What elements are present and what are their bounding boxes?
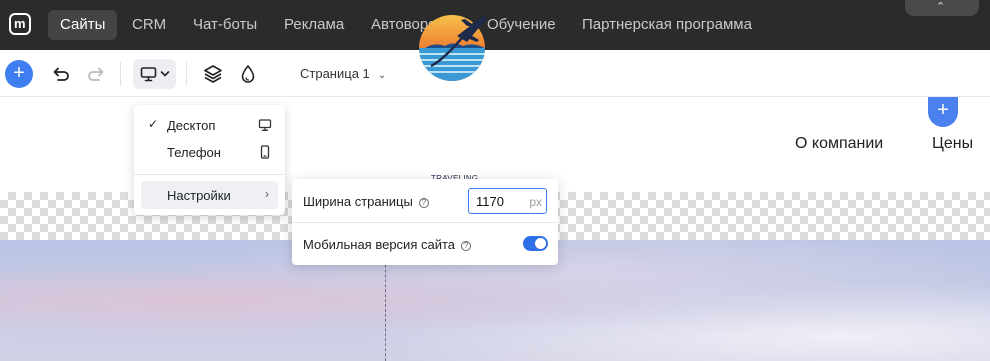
travel-logo-image (419, 15, 487, 81)
add-block-button[interactable]: + (5, 60, 33, 88)
monitor-icon (258, 119, 272, 131)
device-option-label: Десктоп (167, 118, 216, 133)
add-element-button[interactable]: + (928, 97, 958, 127)
nav-item-sites[interactable]: Сайты (48, 10, 118, 40)
help-icon[interactable]: ? (418, 198, 429, 208)
page-width-value: 1170 (476, 194, 504, 209)
help-icon[interactable]: ? (461, 241, 471, 251)
theme-drop-icon[interactable] (237, 63, 259, 85)
mobile-version-toggle[interactable] (523, 236, 548, 251)
mobile-version-label: Мобильная версия сайта (303, 237, 455, 252)
nav-item-ads[interactable]: Реклама (272, 10, 356, 40)
toolbar-divider (186, 62, 187, 86)
collapse-panel-button[interactable]: ⌃ (905, 0, 979, 16)
chevron-down-icon: ⌄ (377, 70, 387, 81)
nav-item-crm[interactable]: CRM (120, 10, 178, 40)
device-selector-button[interactable] (133, 59, 176, 89)
monitor-icon (140, 67, 157, 82)
page-width-unit: px (529, 195, 542, 209)
app-logo-letter: m (14, 16, 26, 31)
chevron-down-icon (160, 71, 170, 77)
menu-divider (134, 174, 285, 175)
page-width-row: Ширина страницы? (303, 194, 429, 209)
toolbar-divider (120, 62, 121, 86)
app-logo[interactable]: m (9, 13, 31, 35)
page-selector[interactable]: Страница 1 ⌄ (300, 66, 386, 81)
chevron-up-icon: ⌃ (936, 1, 946, 13)
device-option-phone[interactable]: Телефон (134, 139, 285, 165)
device-option-label: Телефон (167, 145, 221, 160)
nav-item-chatbots[interactable]: Чат-боты (181, 10, 269, 40)
layers-icon[interactable] (202, 63, 224, 85)
mobile-version-row: Мобильная версия сайта? (303, 237, 471, 252)
page-selector-label: Страница 1 (300, 66, 370, 81)
device-option-desktop[interactable]: ✓ Десктоп (134, 112, 285, 138)
top-navigation: m Сайты CRM Чат-боты Реклама Автоворонки… (0, 0, 990, 50)
nav-item-partner-program[interactable]: Партнерская программа (570, 10, 764, 40)
page-width-label: Ширина страницы (303, 194, 413, 209)
phone-icon (260, 145, 270, 159)
site-nav-about[interactable]: О компании (795, 135, 883, 153)
chevron-right-icon: › (265, 187, 269, 201)
page-settings-panel: Ширина страницы? 1170 px Мобильная верси… (292, 179, 558, 265)
settings-label: Настройки (167, 188, 231, 203)
redo-icon[interactable] (85, 63, 107, 85)
editor-toolbar: + Страница 1 ⌄ (0, 50, 990, 97)
page-width-input[interactable]: 1170 px (468, 188, 547, 214)
check-icon: ✓ (148, 117, 159, 131)
toggle-knob (535, 238, 546, 249)
device-menu-settings[interactable]: Настройки › (141, 181, 278, 209)
panel-divider (292, 222, 558, 223)
site-nav-prices[interactable]: Цены (932, 135, 973, 153)
undo-icon[interactable] (50, 63, 72, 85)
